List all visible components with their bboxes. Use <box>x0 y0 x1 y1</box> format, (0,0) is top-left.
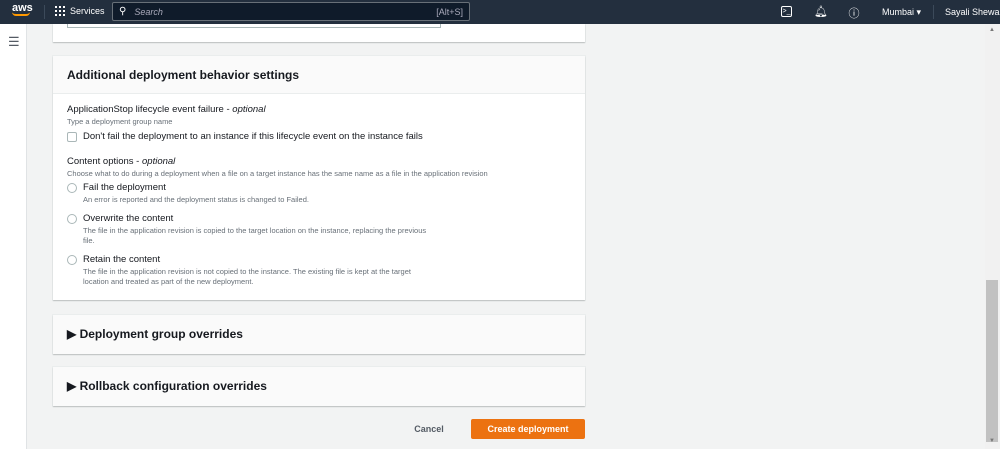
radio[interactable] <box>67 255 77 265</box>
scrollbar[interactable]: ▲ ▼ <box>985 24 1000 449</box>
option-desc: An error is reported and the deployment … <box>83 195 309 204</box>
radio[interactable] <box>67 214 77 224</box>
radio-retain[interactable]: Retain the content The file in the applic… <box>67 254 571 287</box>
services-menu[interactable]: Services <box>55 6 105 16</box>
grid-icon <box>55 6 65 16</box>
top-nav: aws Services ⚲ Search [Alt+S] >_ 🔔︎ ⓘ Mumb… <box>0 0 1000 24</box>
radio-fail[interactable]: Fail the deployment An error is reported … <box>67 182 571 205</box>
content-label: Content options - optional <box>67 156 176 167</box>
search-input[interactable]: ⚲ Search [Alt+S] <box>112 2 470 21</box>
menu-icon[interactable]: ☰ <box>8 34 20 50</box>
scroll-thumb[interactable] <box>986 280 998 442</box>
deployment-group-overrides[interactable]: ▶ Deployment group overrides <box>53 315 585 354</box>
checkbox-label: Don't fail the deployment to an instance… <box>83 131 423 142</box>
cancel-button[interactable]: Cancel <box>405 419 453 439</box>
create-deployment-button[interactable]: Create deployment <box>471 419 585 439</box>
option-desc: The file in the application revision is … <box>83 226 427 245</box>
option-label: Fail the deployment <box>83 182 166 193</box>
appstop-label: ApplicationStop lifecycle event failure … <box>67 104 266 115</box>
scroll-up-icon[interactable]: ▲ <box>989 27 995 33</box>
content-desc: Choose what to do during a deployment wh… <box>67 169 488 178</box>
rollback-overrides[interactable]: ▶ Rollback configuration overrides <box>53 367 585 406</box>
divider <box>933 5 934 19</box>
search-placeholder: Search <box>134 6 163 17</box>
option-label: Retain the content <box>83 254 161 265</box>
option-label: Overwrite the content <box>83 213 174 224</box>
checkbox[interactable] <box>67 132 77 142</box>
region-selector[interactable]: Mumbai ▾ <box>882 7 921 18</box>
bell-icon[interactable]: 🔔︎ <box>814 5 828 18</box>
aws-logo[interactable]: aws <box>12 3 33 16</box>
radio[interactable] <box>67 183 77 193</box>
cloudshell-icon[interactable]: >_ <box>781 6 792 17</box>
divider <box>44 5 45 19</box>
additional-settings-card: Additional deployment behavior settings … <box>53 56 585 300</box>
sidebar: ☰ <box>0 24 27 449</box>
expand-header[interactable]: ▶ Deployment group overrides <box>53 315 585 354</box>
option-desc: The file in the application revision is … <box>83 267 411 286</box>
logo-text: aws <box>12 2 33 14</box>
card-title: Additional deployment behavior settings <box>53 56 585 94</box>
search-icon: ⚲ <box>119 6 127 17</box>
services-label: Services <box>70 6 105 16</box>
appstop-desc: Type a deployment group name <box>67 117 173 126</box>
search-shortcut: [Alt+S] <box>436 6 463 17</box>
appstop-checkbox-row[interactable]: Don't fail the deployment to an instance… <box>67 131 571 142</box>
previous-card <box>53 22 585 42</box>
expand-header[interactable]: ▶ Rollback configuration overrides <box>53 367 585 406</box>
user-menu[interactable]: Sayali Shewale <box>945 7 1000 17</box>
help-icon[interactable]: ⓘ <box>847 5 861 21</box>
scroll-down-icon[interactable]: ▼ <box>989 438 995 444</box>
radio-overwrite[interactable]: Overwrite the content The file in the app… <box>67 213 571 246</box>
